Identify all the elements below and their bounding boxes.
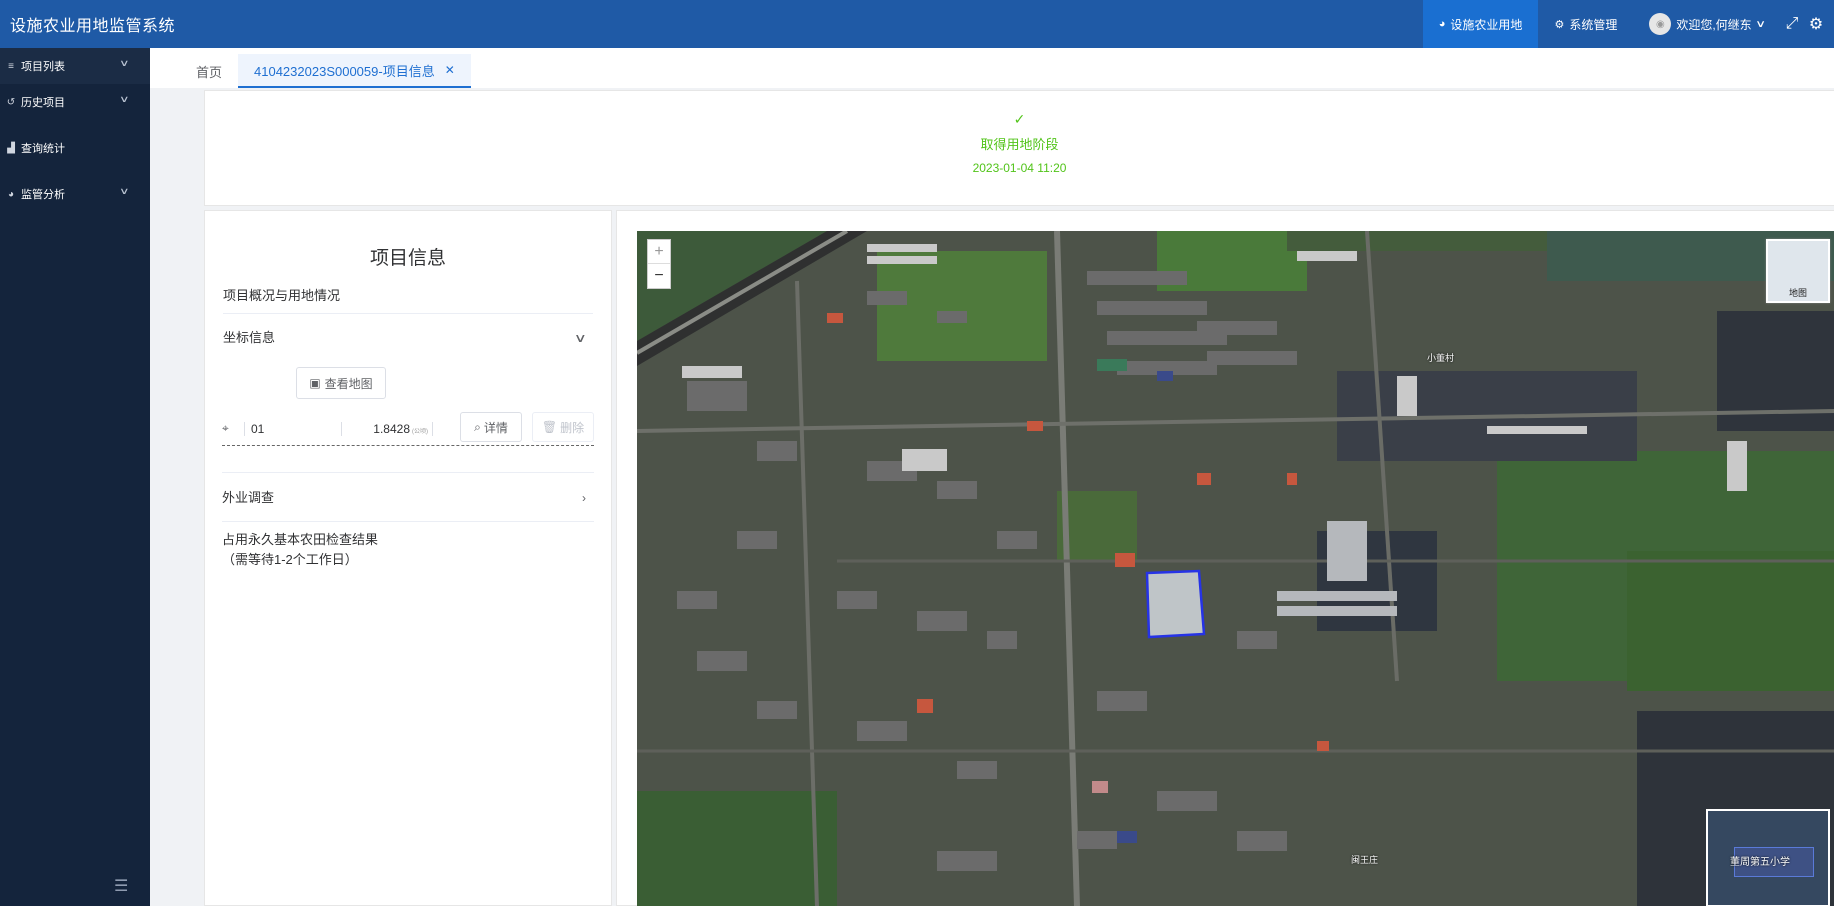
coordinate-area: 1.8428 (公顷) bbox=[342, 422, 432, 436]
tab-home[interactable]: 首页 bbox=[180, 54, 238, 88]
gears-icon: ⚙ bbox=[1554, 18, 1565, 31]
farmland-check-result: 占用永久基本农田检查结果 （需等待1-2个工作日） bbox=[222, 530, 594, 570]
farmland-check-note: （需等待1-2个工作日） bbox=[222, 552, 358, 567]
basemap-switch[interactable]: 地图 bbox=[1766, 239, 1830, 303]
app-title: 设施农业用地监管系统 bbox=[10, 18, 176, 35]
section-field-survey[interactable]: 外业调查 › bbox=[222, 472, 594, 522]
avatar: ◉ bbox=[1649, 13, 1672, 35]
map-place-label: 小董村 bbox=[1427, 353, 1455, 363]
chevron-right-icon: › bbox=[582, 491, 586, 505]
trash-icon: 🗑 bbox=[541, 420, 558, 434]
section-overview-label: 项目概况与用地情况 bbox=[223, 288, 341, 303]
chevron-down-icon: ∨ bbox=[1754, 18, 1766, 30]
tab-project-info[interactable]: 4104232023S000059-项目信息 ✕ bbox=[238, 54, 471, 88]
section-field-survey-label: 外业调查 bbox=[222, 490, 275, 505]
pie-chart-icon: ◕ bbox=[7, 188, 15, 200]
chevron-down-icon: ∨ bbox=[119, 58, 130, 68]
top-header: 设施农业用地监管系统 ◕ 设施农业用地 ⚙ 系统管理 ◉ 欢迎您,何继东 ∨ ⤢… bbox=[0, 0, 1834, 48]
coordinate-id: 01 bbox=[251, 421, 265, 436]
list-icon: ≡ bbox=[8, 60, 14, 72]
sidebar-item-label: 项目列表 bbox=[21, 61, 65, 73]
zoom-control: + − bbox=[647, 239, 671, 289]
stage-label: 取得用地阶段 bbox=[980, 137, 1059, 152]
location-pin-icon: ⌖ bbox=[222, 421, 229, 435]
sidebar-item-label: 监管分析 bbox=[21, 189, 65, 201]
satellite-map[interactable]: + − 地图 小董村 闽王庄 董周第五小学 bbox=[637, 231, 1834, 906]
collapse-menu-icon[interactable]: ☰ bbox=[114, 876, 128, 896]
sidebar-item-project-list[interactable]: ≡ 项目列表 ∨ bbox=[0, 48, 150, 84]
stage-status-card: ✓ 取得用地阶段 2023-01-04 11:20 bbox=[204, 90, 1834, 206]
sidebar-item-analysis[interactable]: ◕ 监管分析 ∨ bbox=[0, 176, 150, 212]
section-coordinates-label: 坐标信息 bbox=[223, 330, 276, 345]
nav-system-management[interactable]: ⚙ 系统管理 bbox=[1538, 0, 1633, 48]
coordinate-area-value: 1.8428 bbox=[373, 421, 410, 436]
nav-facility-land[interactable]: ◕ 设施农业用地 bbox=[1422, 0, 1539, 48]
nav-facility-land-label: 设施农业用地 bbox=[1450, 17, 1523, 32]
tab-bar: 首页 4104232023S000059-项目信息 ✕ bbox=[150, 48, 1834, 88]
sidebar-item-statistics[interactable]: ▟ 查询统计 bbox=[0, 130, 150, 166]
close-icon[interactable]: ✕ bbox=[445, 63, 455, 77]
settings-gear-icon[interactable]: ⚙ bbox=[1804, 0, 1828, 48]
delete-button-label: 删除 bbox=[560, 420, 585, 435]
coordinate-area-unit: (公顷) bbox=[412, 428, 428, 435]
section-coordinates[interactable]: 坐标信息 ∨ bbox=[223, 314, 593, 362]
detail-button[interactable]: ⌕ 详情 bbox=[460, 412, 522, 442]
pie-chart-icon: ◕ bbox=[1438, 18, 1446, 30]
user-menu[interactable]: ◉ 欢迎您,何继东 ∨ bbox=[1633, 0, 1780, 48]
section-overview[interactable]: 项目概况与用地情况 bbox=[223, 286, 593, 314]
zoom-in-button[interactable]: + bbox=[648, 240, 670, 264]
detail-button-label: 详情 bbox=[483, 420, 508, 435]
overview-map-label: 董周第五小学 bbox=[1730, 857, 1790, 868]
sidebar-item-history[interactable]: ↺ 历史项目 ∨ bbox=[0, 84, 150, 120]
user-greeting: 欢迎您,何继东 bbox=[1676, 17, 1752, 32]
bar-chart-icon: ▟ bbox=[7, 142, 15, 154]
fullscreen-icon[interactable]: ⤢ bbox=[1780, 0, 1804, 48]
satellite-imagery bbox=[637, 231, 1834, 906]
panel-title: 项目信息 bbox=[369, 248, 446, 269]
basemap-switch-label: 地图 bbox=[1788, 288, 1807, 298]
sidebar-item-label: 查询统计 bbox=[21, 143, 65, 155]
overview-map[interactable]: 董周第五小学 bbox=[1706, 809, 1830, 906]
map-panel: + − 地图 小董村 闽王庄 董周第五小学 bbox=[616, 210, 1834, 906]
view-map-label: 查看地图 bbox=[324, 376, 373, 391]
sidebar-item-label: 历史项目 bbox=[21, 97, 65, 109]
tab-project-info-label: 4104232023S000059-项目信息 bbox=[254, 63, 435, 79]
check-icon: ✓ bbox=[1013, 111, 1026, 127]
image-icon: ▣ bbox=[309, 376, 321, 390]
search-icon: ⌕ bbox=[474, 419, 481, 434]
chevron-down-icon: ∨ bbox=[119, 186, 130, 196]
divider bbox=[432, 421, 433, 436]
history-icon: ↺ bbox=[6, 96, 16, 108]
nav-system-management-label: 系统管理 bbox=[1569, 17, 1618, 32]
chevron-down-icon: ∨ bbox=[119, 94, 130, 104]
chevron-down-icon: ∨ bbox=[574, 331, 588, 345]
stage-time: 2023-01-04 11:20 bbox=[972, 161, 1067, 175]
map-place-label: 闽王庄 bbox=[1351, 855, 1379, 865]
farmland-check-title: 占用永久基本农田检查结果 bbox=[222, 532, 379, 547]
header-nav: ◕ 设施农业用地 ⚙ 系统管理 ◉ 欢迎您,何继东 ∨ ⤢ ⚙ bbox=[1422, 0, 1834, 48]
view-map-button[interactable]: ▣ 查看地图 bbox=[296, 367, 386, 399]
delete-button[interactable]: 🗑 删除 bbox=[532, 412, 594, 442]
zoom-out-button[interactable]: − bbox=[648, 264, 670, 288]
tab-home-label: 首页 bbox=[196, 64, 223, 80]
coordinate-row: ⌖ 01 1.8428 (公顷) ⌕ 详情 🗑 删除 bbox=[222, 412, 594, 446]
sidebar: ≡ 项目列表 ∨ ↺ 历史项目 ∨ ▟ 查询统计 ◕ 监管分析 ∨ ☰ bbox=[0, 48, 150, 906]
